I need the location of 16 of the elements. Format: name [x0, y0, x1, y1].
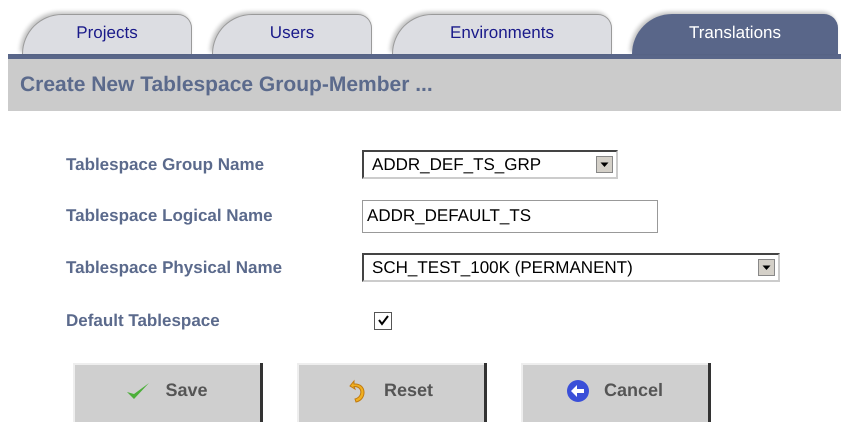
action-button[interactable]: Cancel	[521, 363, 711, 422]
tab[interactable]: Users	[212, 14, 372, 54]
input-field[interactable]: ADDR_DEFAULT_TS	[362, 200, 658, 232]
action-button[interactable]: Reset	[297, 363, 487, 422]
dropdown[interactable]: ADDR_DEF_TS_GRP	[362, 150, 618, 179]
field-label: Tablespace Group Name	[66, 154, 266, 174]
tab[interactable]: Projects	[22, 14, 192, 54]
action-button[interactable]: Save	[73, 363, 263, 422]
dropdown[interactable]: SCH_TEST_100K (PERMANENT)	[362, 253, 780, 282]
field-label: Default Tablespace	[66, 310, 221, 330]
field-label: Tablespace Physical Name	[66, 258, 284, 278]
field-label: Tablespace Logical Name	[66, 206, 274, 226]
checkbox[interactable]	[374, 312, 392, 330]
tab[interactable]: Translations	[632, 14, 838, 54]
tab[interactable]: Environments	[392, 14, 612, 54]
page-title: Create New Tablespace Group-Member ...	[20, 73, 433, 97]
